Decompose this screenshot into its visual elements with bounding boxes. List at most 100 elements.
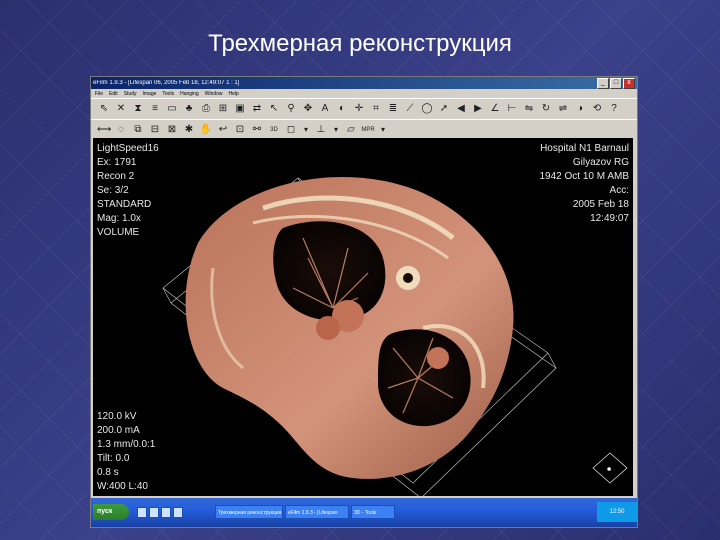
overlay-line: LightSpeed16 xyxy=(97,143,159,154)
menu-help[interactable]: Help xyxy=(229,91,239,97)
pan-icon[interactable]: ✥ xyxy=(301,102,315,116)
3d-icon[interactable]: 3D xyxy=(267,123,281,137)
overlay-line: 12:49:07 xyxy=(590,213,629,224)
system-tray-clock[interactable]: 12:50 xyxy=(597,502,637,522)
ruler-tool-icon[interactable]: ⟷ xyxy=(97,123,111,137)
flip-icon[interactable]: ⇋ xyxy=(522,102,536,116)
menu-image[interactable]: Image xyxy=(142,91,156,97)
overlay-line: W:400 L:40 xyxy=(97,481,148,492)
layers-icon[interactable]: ≣ xyxy=(386,102,400,116)
overlay-line: Gilyazov RG xyxy=(572,157,629,168)
quick-launch-icon[interactable] xyxy=(173,507,183,518)
crosshair-icon[interactable]: ✛ xyxy=(352,102,366,116)
slide-title: Трехмерная реконструкция xyxy=(208,30,512,57)
cine-icon[interactable]: ⇄ xyxy=(250,102,264,116)
quick-launch-icon[interactable] xyxy=(149,507,159,518)
cursor-icon[interactable]: ↖ xyxy=(267,102,281,116)
mip-icon[interactable]: ✱ xyxy=(182,123,196,137)
menu-tools[interactable]: Tools xyxy=(162,91,174,97)
network-icon[interactable]: ♣ xyxy=(182,102,196,116)
overlay-top-right: Hospital N1 Barnaul Gilyazov RG 1942 Oct 1… xyxy=(540,142,630,226)
monitor-icon[interactable]: ▣ xyxy=(233,102,247,116)
overlay-top-left: LightSpeed16 Ex: 1791 Recon 2 Se: 3/2 STANDA… xyxy=(97,142,159,240)
pointer-icon[interactable]: ⇖ xyxy=(97,102,111,116)
reset-icon[interactable]: ⟲ xyxy=(590,102,604,116)
quick-launch-icon[interactable] xyxy=(137,507,147,518)
menu-file[interactable]: File xyxy=(95,91,103,97)
text-icon[interactable]: A xyxy=(318,102,332,116)
svg-text:●: ● xyxy=(607,466,611,473)
hourglass-icon[interactable]: ⧗ xyxy=(131,102,145,116)
maximize-button[interactable]: □ xyxy=(610,77,622,89)
rotate-icon[interactable]: ↻ xyxy=(539,102,553,116)
taskbar: пуск Трехмерная реконструкция eFilm 1.9.… xyxy=(91,498,637,527)
link-icon[interactable]: ⚯ xyxy=(250,123,264,137)
overlay-line: 200.0 mA xyxy=(97,425,140,436)
taskbar-item-3d-tools[interactable]: 3D - Tools xyxy=(351,505,395,519)
folder-icon[interactable]: ▭ xyxy=(165,102,179,116)
close-button[interactable]: x xyxy=(623,77,635,89)
start-button[interactable]: пуск xyxy=(93,504,129,520)
grid-icon[interactable]: ⌗ xyxy=(369,102,383,116)
overlay-line: Recon 2 xyxy=(97,171,135,182)
overlay-line: STANDARD xyxy=(97,199,152,210)
main-toolbar: ⇖ ✕ ⧗ ≡ ▭ ♣ ⎙ ⊞ ▣ ⇄ ↖ ⚲ ✥ A ◐ ✛ ⌗ ≣ ⟋ ◯ ➚ ◀ ▶ ∠ ⊢ ⇋ ↻ ⇌ ◑ ⟲? xyxy=(91,98,637,119)
minimize-button[interactable]: _ xyxy=(597,77,609,89)
zoom-icon[interactable]: ⚲ xyxy=(284,102,298,116)
menu-window[interactable]: Window xyxy=(205,91,223,97)
overlay-line: Mag: 1.0x xyxy=(97,213,141,224)
mpr-icon[interactable]: ⊠ xyxy=(165,123,179,137)
slab-icon[interactable]: ▱ xyxy=(344,123,358,137)
overlay-line: Se: 3/2 xyxy=(97,185,129,196)
dropdown-icon[interactable]: ▾ xyxy=(331,123,341,137)
overlay-bottom-left: 120.0 kV 200.0 mA 1.3 mm/0.0:1 Tilt: 0.0 0.8… xyxy=(97,410,155,494)
angle-icon[interactable]: ∠ xyxy=(488,102,502,116)
mirror-icon[interactable]: ⇌ xyxy=(556,102,570,116)
secondary-toolbar: ⟷ ◌ ⧉ ⊟ ⊠ ✱ ✋ ↩ ⊡ ⚯ 3D ◻ ▾ ⊥ ▾ ▱ MPR ▾ xyxy=(91,119,637,140)
menu-study[interactable]: Study xyxy=(124,91,137,97)
prev-icon[interactable]: ◀ xyxy=(454,102,468,116)
dropdown-icon[interactable]: ▾ xyxy=(301,123,311,137)
compare-icon[interactable]: ⊡ xyxy=(233,123,247,137)
menu-hanging[interactable]: Hanging xyxy=(180,91,199,97)
image-viewport[interactable]: ● LightSpeed16 Ex: 1791 Recon 2 Se: 3/2 STAN… xyxy=(93,138,633,496)
help-icon[interactable]: ? xyxy=(607,102,621,116)
menu-bar: File Edit Study Image Tools Hanging Wind… xyxy=(91,89,637,98)
series-icon[interactable]: ⊟ xyxy=(148,123,162,137)
window-level-icon[interactable]: ◐ xyxy=(335,102,349,116)
overlay-line: Ex: 1791 xyxy=(97,157,137,168)
plane-icon[interactable]: ⊥ xyxy=(314,123,328,137)
ruler-icon[interactable]: ⊢ xyxy=(505,102,519,116)
invert-icon[interactable]: ◑ xyxy=(573,102,587,116)
overlay-line: Tilt: 0.0 xyxy=(97,453,130,464)
overlay-line: VOLUME xyxy=(97,227,140,238)
next-icon[interactable]: ▶ xyxy=(471,102,485,116)
mpr-text-icon[interactable]: MPR xyxy=(361,123,375,137)
overlay-line: 1942 Oct 10 M AMB xyxy=(539,171,630,182)
overlay-line: Acc: xyxy=(609,185,629,196)
hand-icon[interactable]: ✋ xyxy=(199,123,213,137)
overlay-line: 120.0 kV xyxy=(97,411,137,422)
quick-launch-icon[interactable] xyxy=(161,507,171,518)
roi-icon[interactable]: ◯ xyxy=(420,102,434,116)
dropdown-icon[interactable]: ▾ xyxy=(378,123,388,137)
measure-icon[interactable]: ⟋ xyxy=(403,102,417,116)
close-x-icon[interactable]: ✕ xyxy=(114,102,128,116)
stack-icon[interactable]: ⧉ xyxy=(131,123,145,137)
overlay-line: 2005 Feb 18 xyxy=(572,199,629,210)
print-icon[interactable]: ⎙ xyxy=(199,102,213,116)
efilm-window: eFilm 1.9.3 - [Lifespan 06, 2005 Feb 18,… xyxy=(90,76,638,528)
overlay-line: 0.8 s xyxy=(97,467,119,478)
ellipse-tool-icon[interactable]: ◌ xyxy=(114,123,128,137)
orientation-cube-icon[interactable]: ● xyxy=(592,452,628,484)
window-titlebar: eFilm 1.9.3 - [Lifespan 06, 2005 Feb 18,… xyxy=(91,77,637,89)
list-icon[interactable]: ≡ xyxy=(148,102,162,116)
box-icon[interactable]: ◻ xyxy=(284,123,298,137)
taskbar-item-presentation[interactable]: Трехмерная реконструкция xyxy=(215,505,283,519)
undo-icon[interactable]: ↩ xyxy=(216,123,230,137)
overlay-line: 1.3 mm/0.0:1 xyxy=(97,439,156,450)
arrow-icon[interactable]: ➚ xyxy=(437,102,451,116)
menu-edit[interactable]: Edit xyxy=(109,91,118,97)
layout-icon[interactable]: ⊞ xyxy=(216,102,230,116)
taskbar-item-efilm[interactable]: eFilm 1.9.3 - [Lifespan xyxy=(285,505,349,519)
